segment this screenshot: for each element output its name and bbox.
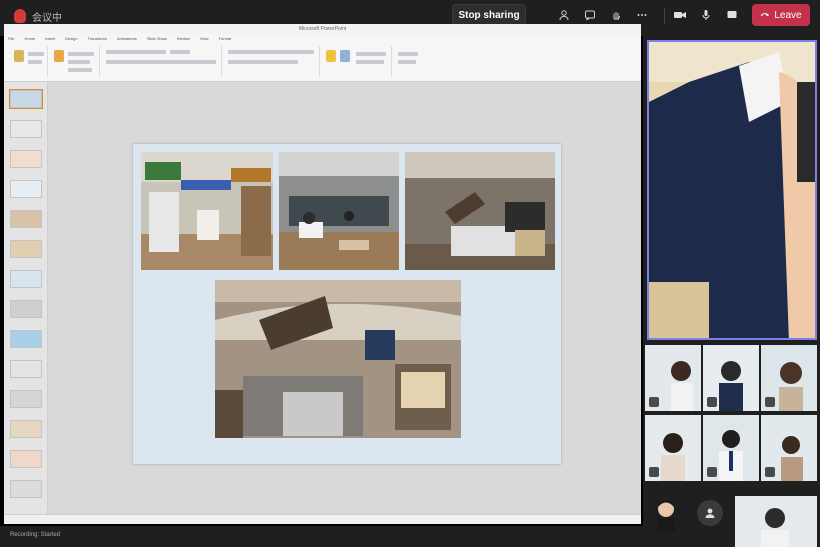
- current-slide: [133, 144, 561, 464]
- leave-button[interactable]: Leave: [752, 4, 810, 26]
- slide-thumbnail[interactable]: [10, 120, 42, 138]
- teams-meeting-window: 会议中 Stop sharing Leave Microsoft PowerPo…: [0, 0, 820, 547]
- ribbon-command[interactable]: [228, 60, 298, 64]
- slide-thumbnail[interactable]: [10, 210, 42, 228]
- ribbon-group-editing: [394, 46, 424, 76]
- ribbon-tab[interactable]: Format: [219, 36, 232, 41]
- ribbon-command[interactable]: [28, 52, 44, 56]
- slide-thumbnail[interactable]: [10, 360, 42, 378]
- cafe-photo-4: [215, 280, 461, 438]
- slide-thumbnail[interactable]: [10, 330, 42, 348]
- ribbon-command[interactable]: [228, 50, 314, 54]
- paste-icon[interactable]: [14, 50, 24, 62]
- mic-muted-icon: [765, 397, 775, 407]
- ribbon-group-font: [102, 46, 222, 76]
- ribbon-tabs: File Home Insert Design Transitions Anim…: [8, 36, 231, 41]
- ribbon-tab[interactable]: Transitions: [88, 36, 107, 41]
- participant-tile[interactable]: [761, 345, 817, 411]
- meeting-title: 会议中: [32, 13, 62, 24]
- people-icon[interactable]: [556, 7, 572, 23]
- ribbon-tab[interactable]: File: [8, 36, 14, 41]
- ribbon-command[interactable]: [68, 68, 92, 72]
- cafe-photo-2: [279, 152, 399, 270]
- slide-thumbnail[interactable]: [9, 89, 43, 109]
- ribbon-command[interactable]: [356, 60, 384, 64]
- person-icon: [705, 508, 715, 518]
- participant-tile[interactable]: [703, 415, 759, 481]
- powerpoint-window: Microsoft PowerPoint File Home Insert De…: [4, 24, 641, 524]
- participant-tile[interactable]: [703, 345, 759, 411]
- new-slide-icon[interactable]: [54, 50, 64, 62]
- share-icon[interactable]: [724, 7, 740, 23]
- ribbon-tab[interactable]: Review: [177, 36, 190, 41]
- participant-tile[interactable]: [645, 345, 701, 411]
- shapes-icon[interactable]: [326, 50, 336, 62]
- mic-muted-icon: [707, 397, 717, 407]
- participant-tile[interactable]: [761, 415, 817, 481]
- slide-thumbnail-pane: [4, 82, 48, 514]
- participant-avatar[interactable]: [653, 498, 679, 532]
- ribbon-group-clipboard: [8, 46, 48, 76]
- hand-icon[interactable]: [608, 7, 624, 23]
- slide-thumbnail[interactable]: [10, 300, 42, 318]
- participant-grid: [645, 345, 820, 490]
- slide-thumbnail[interactable]: [10, 270, 42, 288]
- ribbon-command[interactable]: [68, 60, 90, 64]
- cafe-photo-1: [141, 152, 273, 270]
- ribbon: File Home Insert Design Transitions Anim…: [4, 34, 641, 82]
- mic-icon[interactable]: [698, 7, 714, 23]
- ribbon-tab[interactable]: Insert: [45, 36, 55, 41]
- mic-muted-icon: [707, 467, 717, 477]
- mic-muted-icon: [649, 467, 659, 477]
- ribbon-command[interactable]: [398, 60, 416, 64]
- camera-icon[interactable]: [672, 7, 688, 23]
- slide-thumbnail[interactable]: [10, 450, 42, 468]
- slide-canvas: [48, 82, 641, 514]
- ribbon-command[interactable]: [398, 52, 418, 56]
- slide-thumbnail[interactable]: [10, 420, 42, 438]
- more-icon[interactable]: [634, 7, 650, 23]
- ribbon-tab[interactable]: Slide Show: [147, 36, 167, 41]
- participant-tile[interactable]: [735, 496, 817, 547]
- recording-status: Recording: Started: [10, 532, 61, 538]
- status-bar: [4, 514, 641, 524]
- bottom-participants: [645, 492, 820, 547]
- slide-thumbnail[interactable]: [10, 480, 42, 498]
- slide-thumbnail[interactable]: [10, 150, 42, 168]
- ribbon-group-drawing: [322, 46, 392, 76]
- slide-thumbnail[interactable]: [10, 180, 42, 198]
- ribbon-command[interactable]: [106, 60, 216, 64]
- slide-thumbnail[interactable]: [10, 240, 42, 258]
- ribbon-command[interactable]: [28, 60, 42, 64]
- stop-sharing-button[interactable]: Stop sharing: [452, 4, 526, 26]
- ribbon-command[interactable]: [356, 52, 386, 56]
- participant-avatar-circle[interactable]: [697, 500, 723, 526]
- participant-tile[interactable]: [645, 415, 701, 481]
- mic-muted-icon: [765, 467, 775, 477]
- cafe-photo-3: [405, 152, 555, 270]
- ribbon-command[interactable]: [68, 52, 94, 56]
- ribbon-command[interactable]: [106, 50, 166, 54]
- leave-label: Leave: [774, 9, 802, 21]
- arrange-icon[interactable]: [340, 50, 350, 62]
- recording-icon: [14, 9, 26, 23]
- ribbon-tab[interactable]: Animations: [117, 36, 137, 41]
- mic-muted-icon: [649, 397, 659, 407]
- chat-icon[interactable]: [582, 7, 598, 23]
- slide-thumbnail[interactable]: [10, 390, 42, 408]
- ribbon-tab[interactable]: Home: [24, 36, 35, 41]
- active-speaker-video[interactable]: [647, 40, 817, 340]
- ribbon-group-slides: [50, 46, 100, 76]
- ribbon-tab[interactable]: Design: [65, 36, 77, 41]
- window-title: Microsoft PowerPoint: [4, 24, 641, 34]
- phone-icon: [761, 13, 770, 17]
- ribbon-tab[interactable]: View: [200, 36, 209, 41]
- ribbon-group-paragraph: [224, 46, 320, 76]
- ribbon-command[interactable]: [170, 50, 190, 54]
- toolbar-divider: [664, 8, 665, 24]
